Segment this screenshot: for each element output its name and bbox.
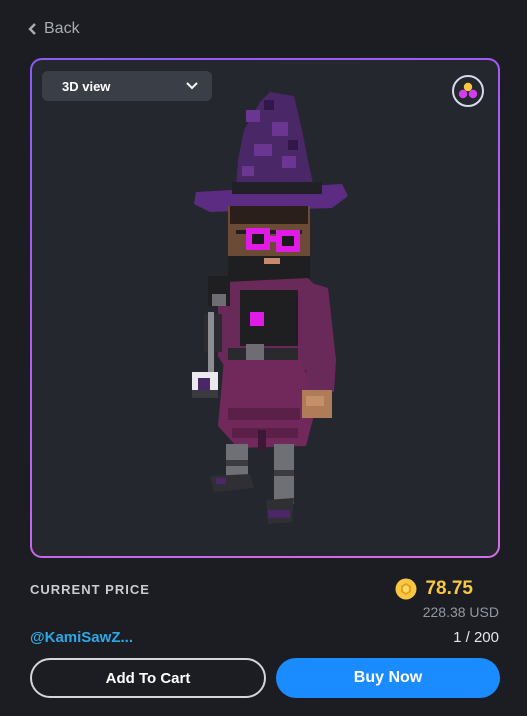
back-link[interactable]: Back — [28, 20, 80, 38]
add-to-cart-button[interactable]: Add To Cart — [30, 658, 266, 698]
current-price-label: CURRENT PRICE — [30, 582, 150, 597]
chevron-down-icon — [186, 82, 198, 90]
sand-coin-icon — [395, 578, 417, 600]
view-mode-label: 3D view — [62, 78, 111, 94]
view-mode-dropdown[interactable]: 3D view — [42, 71, 212, 101]
chevron-left-icon — [28, 23, 36, 35]
back-label: Back — [44, 20, 80, 37]
price-sand-value: 78.75 — [425, 578, 473, 599]
asset-viewer[interactable]: 3D view — [32, 60, 498, 556]
edition-count: 1 / 200 — [453, 629, 499, 646]
creator-link[interactable]: @KamiSawZ... — [30, 629, 133, 646]
voxel-wizard-model[interactable] — [32, 60, 498, 556]
ar-view-button[interactable] — [452, 75, 484, 107]
price-usd-value: 228.38 USD — [422, 604, 499, 620]
buy-now-button[interactable]: Buy Now — [276, 658, 500, 698]
price-value-row: 78.75 — [395, 578, 473, 600]
ar-rings-icon — [458, 82, 478, 99]
asset-viewer-card: 3D view — [30, 58, 500, 558]
